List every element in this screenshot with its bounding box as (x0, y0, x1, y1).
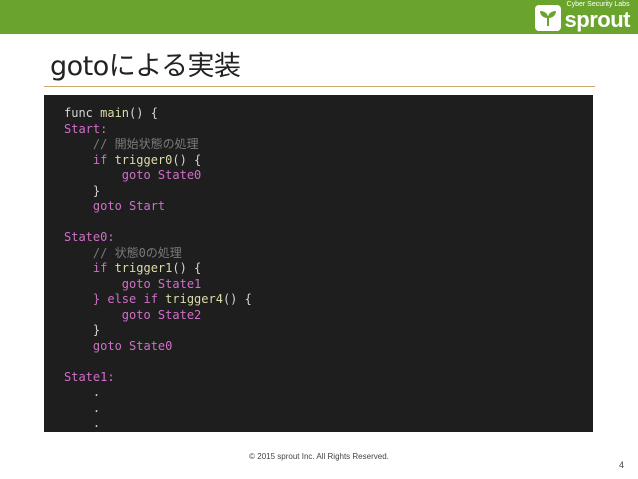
code-token: } (64, 323, 101, 337)
code-line: } else if trigger4() { (64, 292, 252, 308)
code-line: func main() { (64, 106, 252, 122)
code-line: goto State0 (64, 168, 252, 184)
code-token: State1 (157, 276, 202, 291)
code-block: func main() {Start: // 開始状態の処理 if trigge… (44, 95, 593, 432)
code-token: goto (64, 338, 130, 353)
title-divider (44, 86, 595, 87)
code-line: State0: (64, 230, 252, 246)
code-token: goto (64, 168, 158, 182)
code-line: . (64, 385, 252, 401)
page-number: 4 (618, 460, 624, 470)
code-line: } (64, 323, 252, 339)
code-line: goto State2 (64, 308, 252, 324)
code-token: if (64, 152, 115, 167)
code-token: trigger4 (165, 292, 223, 306)
code-token: trigger1 (114, 261, 173, 275)
code-token: () { (172, 152, 202, 167)
header-bar: Cyber Security Labs sprout (0, 0, 638, 34)
code-line: . (64, 401, 252, 417)
code-line: if trigger1() { (64, 261, 252, 277)
code-token: . (64, 416, 101, 430)
code-token: if (64, 261, 115, 275)
code-line: . (64, 416, 252, 432)
code-token: () { (222, 292, 252, 306)
sprout-logo: Cyber Security Labs sprout (534, 1, 631, 32)
code-line: Start: (64, 122, 252, 138)
logo-name: sprout (564, 7, 631, 32)
code-token: State0 (129, 338, 173, 353)
code-token: . (64, 385, 101, 399)
code-token: State0 (157, 168, 202, 182)
code-line: if trigger0() { (64, 153, 252, 169)
code-token: State0: (64, 230, 115, 244)
code-token: State1: (64, 369, 115, 384)
copyright-text: © 2015 sprout Inc. All Rights Reserved. (249, 452, 389, 461)
code-token: Start (129, 199, 166, 213)
code-token: State2 (157, 307, 202, 322)
code-token: goto (64, 307, 158, 322)
code-token: goto (64, 199, 130, 213)
code-listing: func main() {Start: // 開始状態の処理 if trigge… (64, 106, 252, 432)
code-token: // 状態0の処理 (64, 245, 182, 260)
code-token: main (100, 106, 130, 120)
code-line: // 状態0の処理 (64, 246, 252, 262)
code-token: // 開始状態の処理 (64, 137, 199, 151)
code-token: trigger0 (114, 152, 173, 167)
code-token: Start: (64, 121, 108, 136)
code-token: } (64, 183, 101, 198)
slide-title: gotoによる実装 (50, 51, 241, 82)
code-line: goto State1 (64, 277, 252, 293)
code-token: func (64, 106, 101, 120)
code-token: . (64, 400, 101, 415)
code-line: // 開始状態の処理 (64, 137, 252, 153)
code-token: () { (129, 106, 158, 120)
code-line: } (64, 184, 252, 200)
code-line: goto Start (64, 199, 252, 215)
code-token: goto (64, 276, 158, 291)
code-token: () { (172, 261, 202, 275)
code-token: } else if (64, 292, 166, 306)
sprout-leaf-icon (534, 5, 561, 31)
code-line: goto State0 (64, 339, 252, 355)
code-line: State1: (64, 370, 252, 386)
